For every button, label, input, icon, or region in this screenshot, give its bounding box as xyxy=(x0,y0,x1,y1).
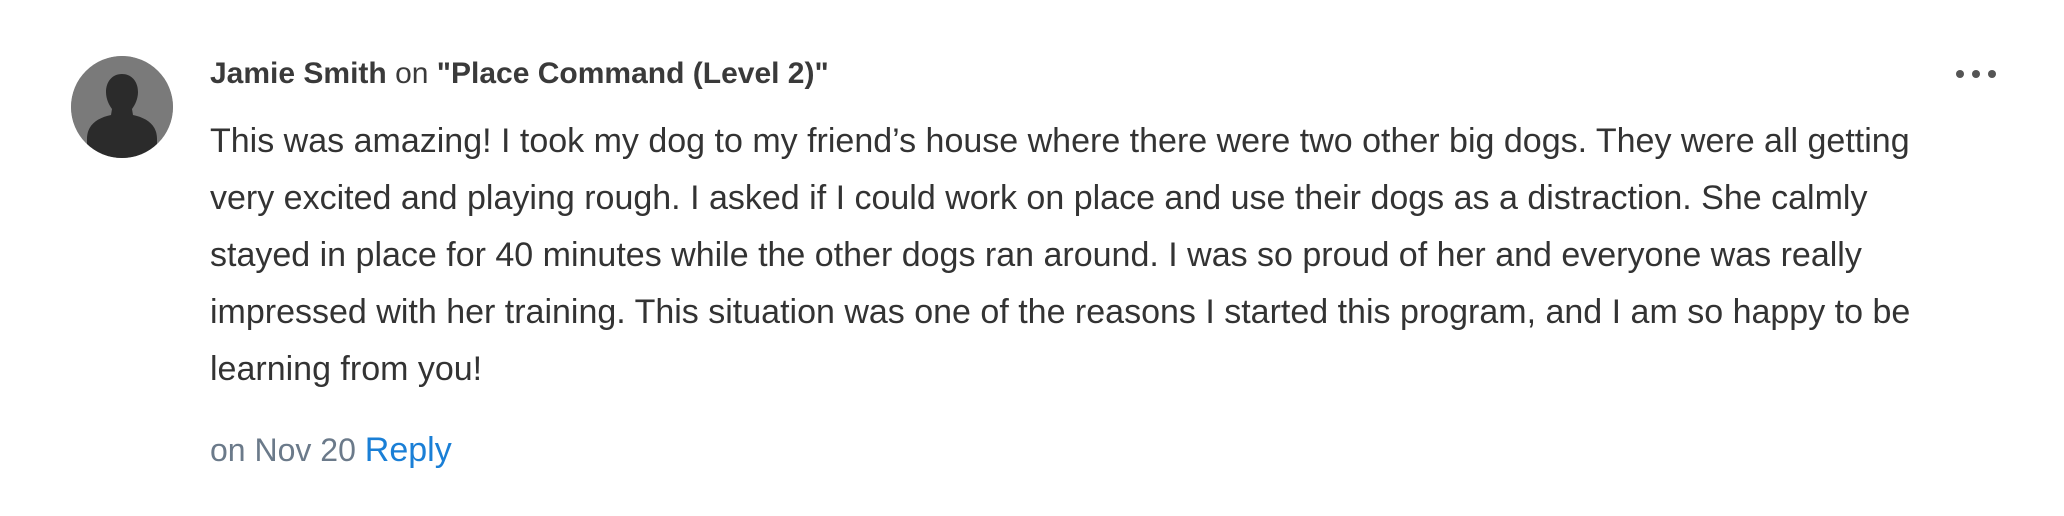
more-horizontal-icon xyxy=(1988,70,1996,78)
on-word: on xyxy=(395,57,429,90)
reply-link[interactable]: Reply xyxy=(365,431,452,469)
author-name[interactable]: Jamie Smith xyxy=(210,57,387,90)
more-horizontal-icon xyxy=(1956,70,1964,78)
avatar[interactable] xyxy=(71,56,173,158)
comment-text: This was amazing! I took my dog to my fr… xyxy=(210,122,1911,388)
comment-footer: on Nov 20 Reply xyxy=(210,430,452,470)
more-options-button[interactable] xyxy=(1956,62,1996,86)
more-horizontal-icon xyxy=(1972,70,1980,78)
comment-date: on Nov 20 xyxy=(210,432,356,468)
comment: Jamie Smith on "Place Command (Level 2)"… xyxy=(0,0,2064,516)
user-silhouette-icon xyxy=(71,56,173,158)
lesson-title[interactable]: "Place Command (Level 2)" xyxy=(437,57,829,90)
comment-header: Jamie Smith on "Place Command (Level 2)" xyxy=(210,54,829,94)
